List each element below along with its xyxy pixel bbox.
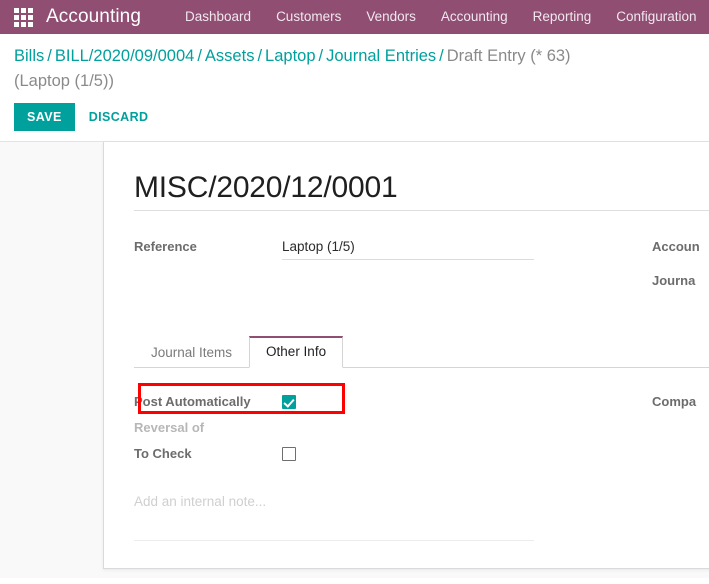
page-title: MISC/2020/12/0001 (134, 171, 398, 204)
title-underline (134, 210, 709, 211)
menu-item-customers[interactable]: Customers (276, 0, 341, 34)
breadcrumb: Bills / BILL/2020/09/0004/Assets / Laptop / Jo… (14, 44, 574, 94)
field-row-reversal-of: Reversal of (134, 416, 534, 440)
breadcrumb-item-journal-entries[interactable]: Journal Entries (326, 47, 436, 65)
form-action-buttons: SAVE DISCARD (14, 103, 709, 141)
field-row-reference: Reference Laptop (1/5) (134, 237, 534, 260)
breadcrumb-separator: / (47, 47, 52, 65)
form-sheet-wrapper: MISC/2020/12/0001 Reference Laptop (1/5)… (103, 142, 709, 569)
reversal-of-label: Reversal of (134, 420, 205, 435)
post-automatically-checkbox[interactable] (282, 395, 296, 409)
account-label: Accoun (652, 239, 700, 254)
apps-grid-icon (13, 7, 33, 27)
form-view-body: MISC/2020/12/0001 Reference Laptop (1/5)… (0, 141, 709, 578)
breadcrumb-separator: / (257, 47, 263, 65)
tab-journal-items[interactable]: Journal Items (134, 337, 249, 368)
app-brand-title: Accounting (46, 6, 142, 27)
form-field-columns: Reference Laptop (1/5) Accoun Journa (134, 237, 709, 305)
company-label: Compa (652, 394, 697, 409)
journal-label: Journa (652, 273, 696, 288)
internal-note-input[interactable]: Add an internal note... (134, 492, 534, 541)
breadcrumb-item-laptop[interactable]: Laptop (265, 47, 315, 65)
top-navbar: Accounting Dashboard Customers Vendors A… (0, 0, 709, 34)
breadcrumb-item-bills[interactable]: Bills (14, 47, 44, 65)
form-column-right: Accoun Journa (534, 237, 709, 305)
notebook: Journal Items Other Info Post Automatica… (134, 336, 709, 541)
breadcrumb-separator: / (318, 47, 324, 65)
other-info-right-column: Compa (534, 390, 709, 541)
to-check-label: To Check (134, 446, 192, 461)
breadcrumb-separator: / (197, 47, 202, 65)
menu-item-configuration[interactable]: Configuration (616, 0, 696, 34)
post-automatically-label: Post Automatically (134, 394, 251, 409)
field-row-company: Compa (652, 390, 709, 414)
menu-item-vendors[interactable]: Vendors (366, 0, 416, 34)
main-menu: Dashboard Customers Vendors Accounting R… (185, 0, 697, 34)
discard-button[interactable]: DISCARD (75, 103, 163, 131)
menu-item-dashboard[interactable]: Dashboard (185, 0, 251, 34)
save-button[interactable]: SAVE (14, 103, 75, 131)
reference-input[interactable]: Laptop (1/5) (282, 237, 534, 260)
menu-item-reporting[interactable]: Reporting (533, 0, 592, 34)
field-row-account: Accoun (652, 237, 709, 257)
reference-label: Reference (134, 239, 197, 254)
menu-item-accounting[interactable]: Accounting (441, 0, 508, 34)
breadcrumb-item-bill-number[interactable]: BILL/2020/09/0004 (55, 47, 194, 65)
field-row-post-automatically: Post Automatically (134, 383, 534, 414)
to-check-checkbox[interactable] (282, 447, 296, 461)
control-panel: Bills / BILL/2020/09/0004/Assets / Laptop / Jo… (0, 34, 709, 141)
form-column-left: Reference Laptop (1/5) (134, 237, 534, 305)
other-info-left-column: Post Automatically Reversal of To Check (134, 383, 534, 541)
tab-pane-other-info: Post Automatically Reversal of To Check (134, 368, 709, 541)
field-row-journal: Journa (652, 271, 709, 291)
tab-other-info[interactable]: Other Info (249, 336, 344, 368)
form-sheet: MISC/2020/12/0001 Reference Laptop (1/5)… (103, 142, 709, 569)
breadcrumb-separator: / (439, 47, 444, 65)
field-row-to-check: To Check (134, 442, 534, 466)
apps-menu-button[interactable] (0, 0, 46, 34)
breadcrumb-item-assets[interactable]: Assets (205, 47, 255, 65)
notebook-tabs: Journal Items Other Info (134, 336, 709, 368)
